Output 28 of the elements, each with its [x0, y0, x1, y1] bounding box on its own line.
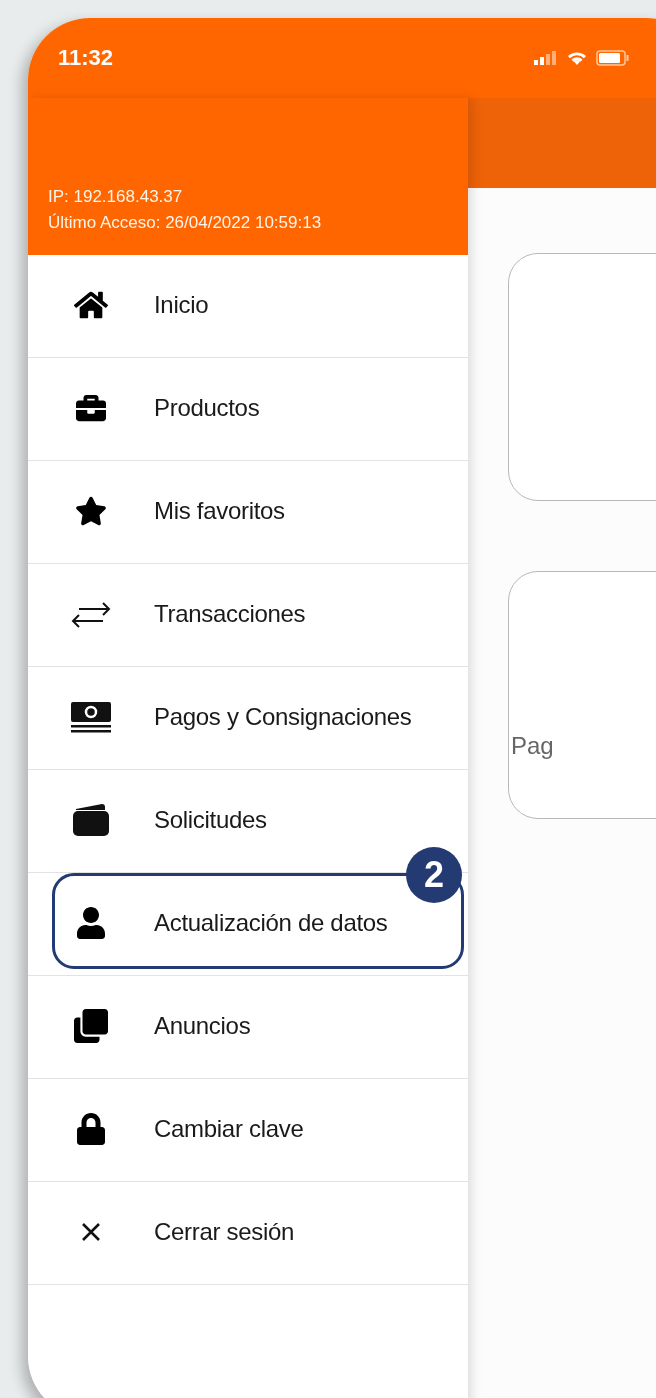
- step-badge: 2: [406, 847, 462, 903]
- battery-icon: [596, 50, 630, 66]
- menu-item[interactable]: Transacciones: [28, 564, 318, 664]
- stacked-squares-icon: [74, 1009, 108, 1043]
- menu-item[interactable]: Mis favoritos: [28, 461, 297, 561]
- star-icon: [75, 495, 107, 527]
- close-icon: [80, 1221, 102, 1243]
- option-card[interactable]: Pag: [508, 571, 656, 819]
- wifi-icon: [566, 50, 588, 66]
- ip-address: IP: 192.168.43.37: [48, 187, 184, 207]
- menu-item[interactable]: Productos: [28, 358, 272, 458]
- briefcase-icon: [76, 393, 106, 423]
- option-card[interactable]: [508, 253, 656, 501]
- menu-item[interactable]: Pagos y Consignaciones: [28, 667, 424, 767]
- menu-item[interactable]: Cerrar sesión: [28, 1182, 307, 1282]
- menu-item[interactable]: Solicitudes: [28, 770, 279, 870]
- wallet-icon: [72, 803, 110, 837]
- signal-icon: [534, 51, 558, 65]
- arrows-icon: [69, 600, 113, 628]
- menu-item[interactable]: Cambiar clave: [28, 1079, 316, 1179]
- menu-item[interactable]: Inicio: [28, 255, 221, 355]
- person-icon: [75, 907, 107, 939]
- lock-icon: [75, 1113, 107, 1145]
- status-time: 11:32: [58, 45, 114, 71]
- menu-item[interactable]: Anuncios: [28, 976, 263, 1076]
- banknote-icon: [70, 701, 112, 733]
- menu-item[interactable]: Actualización de datos: [28, 873, 400, 973]
- last-access: Último Acceso: 26/04/2022 10:59:13: [48, 213, 323, 233]
